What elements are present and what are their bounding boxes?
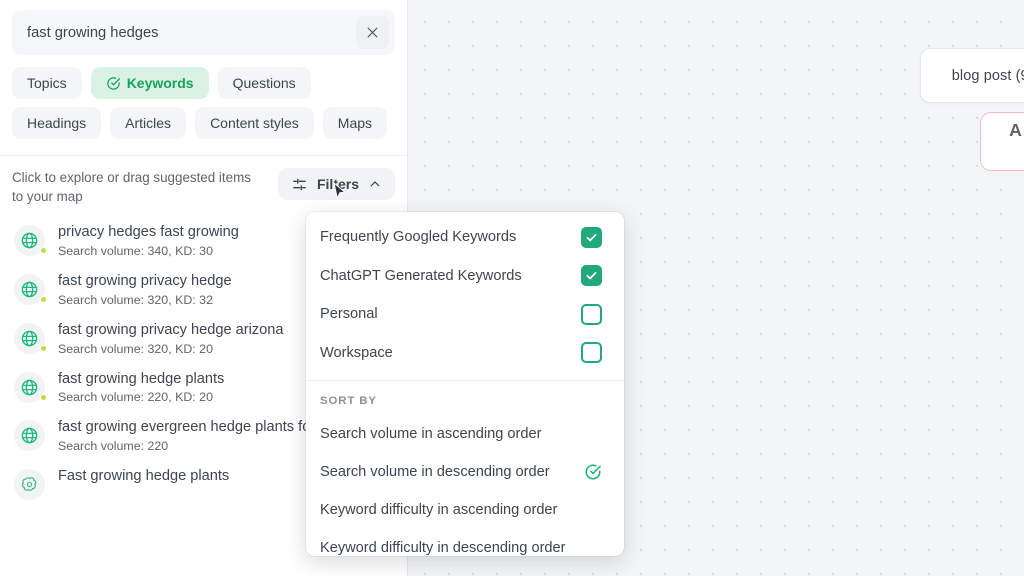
keyword-text-block: fast growing hedge plants Search volume:… (58, 370, 224, 405)
keyword-icon-wrap (14, 371, 47, 403)
keyword-metrics: Search volume: 340, KD: 30 (58, 243, 213, 258)
filter-option-label: Personal (320, 306, 378, 323)
app-root: blog post (900, homeowners) A brief guid… (0, 0, 1024, 576)
tab-label: Content styles (210, 115, 299, 131)
keyword-metrics: Search volume: 220, KD: 20 (58, 390, 213, 405)
tab-label: Articles (125, 115, 172, 131)
filter-option-label: Workspace (320, 344, 393, 361)
sort-option[interactable]: Keyword difficulty in ascending order (306, 491, 624, 529)
filter-option-frequently-googled-keywords[interactable]: Frequently Googled Keywords (306, 218, 624, 257)
chevron-up-icon (370, 181, 380, 187)
chatgpt-icon (14, 469, 45, 501)
checkbox[interactable] (581, 265, 602, 287)
sort-option-label: Keyword difficulty in descending order (320, 540, 566, 556)
keyword-title: fast growing privacy hedge arizona (58, 321, 284, 338)
sort-option-label: Keyword difficulty in ascending order (320, 502, 558, 518)
tab-headings[interactable]: Headings (12, 107, 102, 139)
sort-option-label: Search volume in descending order (320, 464, 550, 480)
tab-content-styles[interactable]: Content styles (195, 107, 314, 139)
keyword-metrics: Search volume: 320, KD: 20 (58, 341, 213, 356)
close-icon[interactable] (356, 16, 389, 49)
sort-option-list: Search volume in ascending order Search … (306, 415, 624, 556)
tab-maps[interactable]: Maps (322, 107, 388, 139)
filter-option-personal[interactable]: Personal (306, 295, 624, 334)
tab-questions[interactable]: Questions (217, 67, 311, 99)
tab-label: Headings (27, 115, 87, 131)
keyword-text-block: fast growing privacy hedge arizona Searc… (58, 321, 284, 356)
keyword-icon-wrap (14, 225, 47, 257)
filter-option-label: ChatGPT Generated Keywords (320, 267, 522, 284)
blog-post-node-label: blog post (900, homeowners) (951, 67, 1024, 84)
keyword-title: Fast growing hedge plants (58, 468, 230, 485)
keyword-icon-wrap (14, 420, 45, 452)
status-dot (40, 247, 47, 255)
category-pills: Topics Keywords Questions Headings Articles C… (0, 55, 407, 139)
check-circle-icon (106, 76, 121, 91)
note-node-text: A brief guide for new homeowners on how … (1009, 119, 1024, 140)
status-dot (40, 393, 47, 401)
keyword-title: privacy hedges fast growing (58, 224, 239, 241)
tab-keywords[interactable]: Keywords (90, 67, 209, 99)
tab-label: Maps (337, 115, 373, 131)
search-section (0, 0, 407, 55)
search-input[interactable] (27, 24, 356, 41)
check-circle-icon (584, 463, 602, 481)
sort-option[interactable]: Search volume in ascending order (306, 415, 624, 453)
filter-option-workspace[interactable]: Workspace (306, 334, 624, 373)
tab-label: Topics (27, 75, 67, 91)
sort-option[interactable]: Keyword difficulty in descending order (306, 529, 624, 556)
keyword-title: fast growing hedge plants (58, 370, 225, 387)
tab-label: Questions (232, 75, 296, 91)
mouse-cursor (333, 182, 347, 200)
keyword-metrics: Search volume: 320, KD: 32 (58, 292, 213, 307)
checkbox[interactable] (581, 226, 602, 248)
sort-option-label: Search volume in ascending order (320, 426, 542, 442)
filter-option-chatgpt-generated-keywords[interactable]: ChatGPT Generated Keywords (306, 257, 624, 296)
sort-option[interactable]: Search volume in descending order (306, 453, 624, 491)
status-dot (40, 344, 47, 352)
globe-icon (14, 420, 45, 452)
keyword-icon-wrap (14, 469, 45, 501)
filters-checkbox-list: Frequently Googled Keywords ChatGPT Gene… (306, 212, 624, 372)
keyword-title: fast growing privacy hedge (58, 272, 232, 289)
tab-label: Keywords (126, 75, 194, 91)
keyword-text-block: Fast growing hedge plants (58, 467, 229, 486)
sliders-icon (293, 178, 306, 190)
status-dot (40, 295, 47, 303)
checkbox[interactable] (581, 303, 602, 325)
keyword-icon-wrap (14, 322, 47, 354)
checkbox[interactable] (581, 342, 602, 364)
keyword-icon-wrap (14, 273, 47, 305)
keyword-text-block: privacy hedges fast growing Search volum… (58, 223, 239, 258)
search-box[interactable] (12, 10, 395, 55)
filter-option-label: Frequently Googled Keywords (320, 229, 517, 246)
sort-by-header: SORT BY (320, 395, 377, 407)
blog-post-node[interactable]: blog post (900, homeowners) (920, 48, 1024, 103)
note-node[interactable]: A brief guide for new homeowners on how … (980, 112, 1024, 171)
hint-text: Click to explore or drag suggested items… (12, 170, 251, 205)
tab-articles[interactable]: Articles (110, 107, 187, 139)
filters-dropdown[interactable]: Frequently Googled Keywords ChatGPT Gene… (306, 212, 624, 556)
tab-topics[interactable]: Topics (12, 67, 82, 99)
keyword-text-block: fast growing privacy hedge Search volume… (58, 272, 232, 307)
